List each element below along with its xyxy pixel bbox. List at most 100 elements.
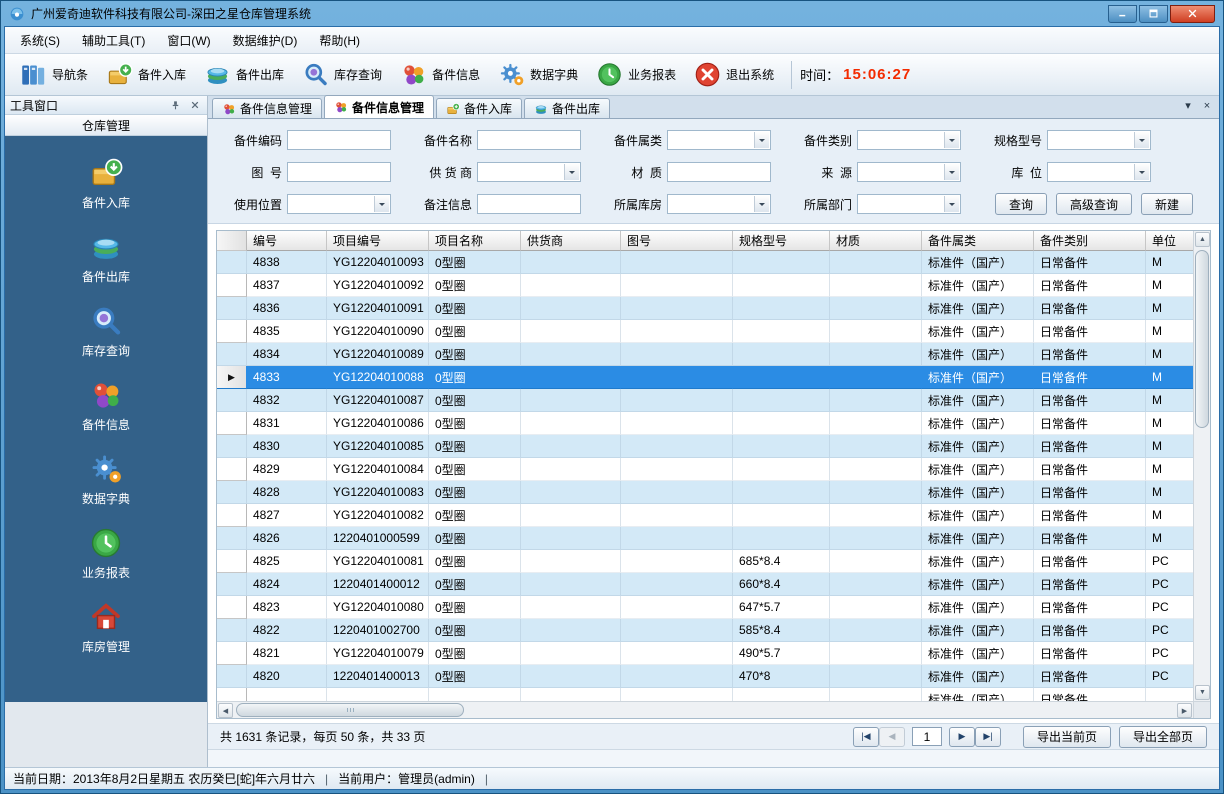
search-combo[interactable]: [857, 162, 961, 182]
chevron-down-icon[interactable]: [564, 164, 579, 180]
grid-column-header[interactable]: 材质: [830, 231, 922, 251]
search-text-input[interactable]: [477, 194, 581, 214]
table-row[interactable]: 482612204010005990型圈标准件（国产）日常备件M: [217, 527, 1193, 550]
search-combo[interactable]: [667, 130, 771, 150]
table-row[interactable]: 4836YG122040100910型圈标准件（国产）日常备件M: [217, 297, 1193, 320]
advanced-query-button[interactable]: 高级查询: [1056, 193, 1132, 215]
search-combo[interactable]: [857, 130, 961, 150]
sidebar-item-parts-in[interactable]: 备件入库: [5, 146, 207, 220]
table-row[interactable]: 标准件（国产）日常备件: [217, 688, 1193, 701]
menu-item[interactable]: 系统(S): [9, 27, 71, 54]
create-button[interactable]: 新建: [1141, 193, 1193, 215]
horizontal-scroll-thumb[interactable]: [236, 703, 464, 717]
sidebar-item-stock-query[interactable]: 库存查询: [5, 294, 207, 368]
scroll-right-icon[interactable]: ▶: [1177, 703, 1192, 718]
tab-close-icon[interactable]: ×: [1199, 99, 1215, 114]
search-combo[interactable]: [1047, 130, 1151, 150]
search-combo[interactable]: [477, 162, 581, 182]
menu-item[interactable]: 窗口(W): [156, 27, 221, 54]
table-row[interactable]: 4838YG122040100930型圈标准件（国产）日常备件M: [217, 251, 1193, 274]
vertical-scrollbar[interactable]: ▲ ▼: [1193, 231, 1210, 701]
grid-column-header[interactable]: 项目编号: [327, 231, 429, 251]
search-text-input[interactable]: [477, 130, 581, 150]
minimize-button[interactable]: [1108, 5, 1137, 23]
chevron-down-icon[interactable]: [1134, 164, 1149, 180]
grid-column-header[interactable]: 规格型号: [733, 231, 830, 251]
grid-column-header[interactable]: 图号: [621, 231, 733, 251]
scroll-down-icon[interactable]: ▼: [1195, 685, 1210, 700]
table-row[interactable]: 482212204010027000型圈585*8.4标准件（国产）日常备件PC: [217, 619, 1193, 642]
grid-column-header[interactable]: 编号: [247, 231, 327, 251]
table-row[interactable]: 4832YG122040100870型圈标准件（国产）日常备件M: [217, 389, 1193, 412]
sidebar-item-report[interactable]: 业务报表: [5, 516, 207, 590]
export-all-pages-button[interactable]: 导出全部页: [1119, 726, 1207, 748]
table-row[interactable]: 4835YG122040100900型圈标准件（国产）日常备件M: [217, 320, 1193, 343]
chevron-down-icon[interactable]: [754, 196, 769, 212]
search-combo[interactable]: [287, 194, 391, 214]
search-combo[interactable]: [857, 194, 961, 214]
title-bar[interactable]: 广州爱奇迪软件科技有限公司-深田之星仓库管理系统: [4, 1, 1220, 26]
close-icon[interactable]: [187, 98, 202, 113]
vertical-scroll-thumb[interactable]: [1195, 250, 1209, 428]
search-combo[interactable]: [667, 194, 771, 214]
sidebar-item-warehouse[interactable]: 库房管理: [5, 590, 207, 664]
tab-parts-in[interactable]: 备件入库: [436, 98, 522, 118]
last-page-button[interactable]: ▶|: [975, 727, 1001, 747]
table-row[interactable]: 4825YG122040100810型圈685*8.4标准件（国产）日常备件PC: [217, 550, 1193, 573]
chevron-down-icon[interactable]: [1134, 132, 1149, 148]
table-row[interactable]: 4828YG122040100830型圈标准件（国产）日常备件M: [217, 481, 1193, 504]
table-row[interactable]: 4823YG122040100800型圈647*5.7标准件（国产）日常备件PC: [217, 596, 1193, 619]
page-number-input[interactable]: [912, 727, 942, 746]
sidebar-item-parts-out[interactable]: 备件出库: [5, 220, 207, 294]
table-row[interactable]: 482412204014000120型圈660*8.4标准件（国产）日常备件PC: [217, 573, 1193, 596]
menu-item[interactable]: 辅助工具(T): [71, 27, 156, 54]
toolbar-button-parts-in[interactable]: 备件入库: [97, 58, 195, 91]
toolbar-button-parts-out[interactable]: 备件出库: [195, 58, 293, 91]
table-row[interactable]: 4821YG122040100790型圈490*5.7标准件（国产）日常备件PC: [217, 642, 1193, 665]
toolbar-button-stock-query[interactable]: 库存查询: [293, 58, 391, 91]
search-text-input[interactable]: [287, 130, 391, 150]
table-row[interactable]: 4829YG122040100840型圈标准件（国产）日常备件M: [217, 458, 1193, 481]
search-text-input[interactable]: [287, 162, 391, 182]
query-button[interactable]: 查询: [995, 193, 1047, 215]
chevron-down-icon[interactable]: [754, 132, 769, 148]
grid-column-header[interactable]: 备件类别: [1034, 231, 1146, 251]
table-row[interactable]: 4827YG122040100820型圈标准件（国产）日常备件M: [217, 504, 1193, 527]
menu-item[interactable]: 数据维护(D): [222, 27, 309, 54]
tab-parts-info[interactable]: 备件信息管理: [324, 95, 434, 118]
search-text-input[interactable]: [667, 162, 771, 182]
close-button[interactable]: [1170, 5, 1215, 23]
horizontal-scroll-track[interactable]: [234, 702, 1176, 718]
export-current-page-button[interactable]: 导出当前页: [1023, 726, 1111, 748]
vertical-scroll-track[interactable]: [1194, 248, 1210, 684]
tab-list-dropdown-icon[interactable]: ▾: [1180, 99, 1196, 114]
grid-column-header[interactable]: 供货商: [521, 231, 621, 251]
grid-column-header[interactable]: 单位: [1146, 231, 1193, 251]
chevron-down-icon[interactable]: [944, 196, 959, 212]
toolbar-button-parts-info[interactable]: 备件信息: [391, 58, 489, 91]
toolbar-button-navbar[interactable]: 导航条: [11, 58, 97, 91]
table-row[interactable]: 4831YG122040100860型圈标准件（国产）日常备件M: [217, 412, 1193, 435]
table-row[interactable]: 4830YG122040100850型圈标准件（国产）日常备件M: [217, 435, 1193, 458]
grid-column-header[interactable]: 备件属类: [922, 231, 1034, 251]
scroll-left-icon[interactable]: ◀: [218, 703, 233, 718]
toolbar-button-report[interactable]: 业务报表: [587, 58, 685, 91]
toolbar-button-data-dict[interactable]: 数据字典: [489, 58, 587, 91]
sidebar-item-data-dict[interactable]: 数据字典: [5, 442, 207, 516]
first-page-button[interactable]: |◀: [853, 727, 879, 747]
table-row[interactable]: ▶4833YG122040100880型圈标准件（国产）日常备件M: [217, 366, 1193, 389]
chevron-down-icon[interactable]: [374, 196, 389, 212]
scroll-up-icon[interactable]: ▲: [1195, 232, 1210, 247]
grid-column-header[interactable]: 项目名称: [429, 231, 521, 251]
next-page-button[interactable]: ▶: [949, 727, 975, 747]
tab-parts-info[interactable]: 备件信息管理: [212, 98, 322, 118]
tab-parts-out[interactable]: 备件出库: [524, 98, 610, 118]
chevron-down-icon[interactable]: [944, 132, 959, 148]
maximize-button[interactable]: [1139, 5, 1168, 23]
table-row[interactable]: 4834YG122040100890型圈标准件（国产）日常备件M: [217, 343, 1193, 366]
toolbar-button-exit[interactable]: 退出系统: [685, 58, 783, 91]
table-row[interactable]: 4837YG122040100920型圈标准件（国产）日常备件M: [217, 274, 1193, 297]
pin-icon[interactable]: [168, 98, 183, 113]
menu-item[interactable]: 帮助(H): [308, 27, 371, 54]
chevron-down-icon[interactable]: [944, 164, 959, 180]
